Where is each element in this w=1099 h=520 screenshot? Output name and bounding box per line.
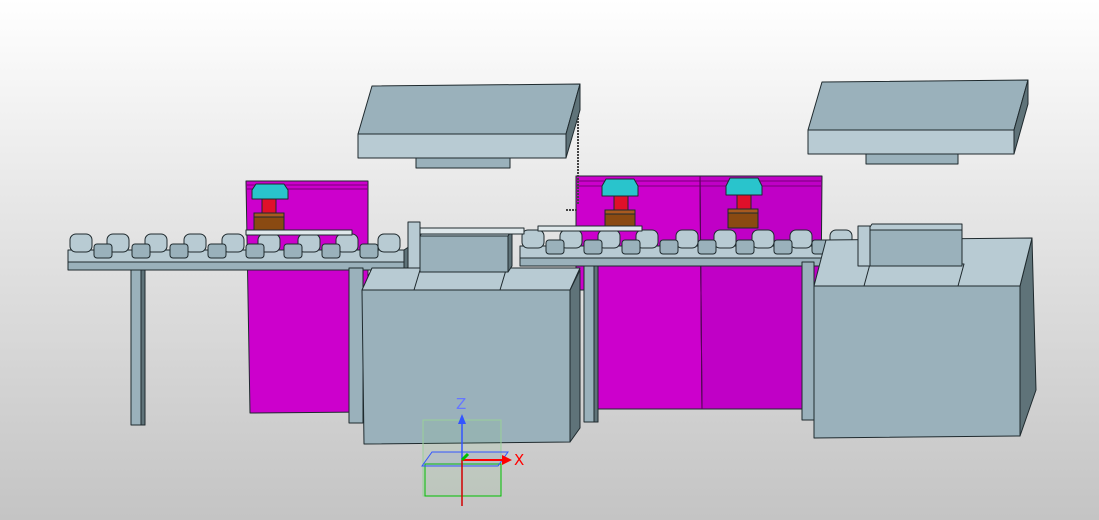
left-slide-bar — [245, 229, 353, 236]
right-slide-bar — [537, 225, 643, 232]
left-clamp-head — [251, 183, 289, 200]
left-overhead-plate[interactable] — [357, 83, 581, 169]
3d-viewport[interactable]: X Z — [0, 0, 1099, 520]
right-overhead-plate[interactable] — [807, 79, 1029, 165]
right-clamp-head-b — [725, 177, 763, 196]
middle-cabinet-side — [569, 269, 581, 443]
right-cabinet-front — [813, 285, 1021, 439]
right-clamp-head-a — [601, 178, 639, 197]
right-machine-cabinet[interactable] — [801, 223, 1037, 439]
cad-model-scene[interactable] — [0, 0, 1099, 520]
middle-cabinet-front — [361, 289, 571, 445]
